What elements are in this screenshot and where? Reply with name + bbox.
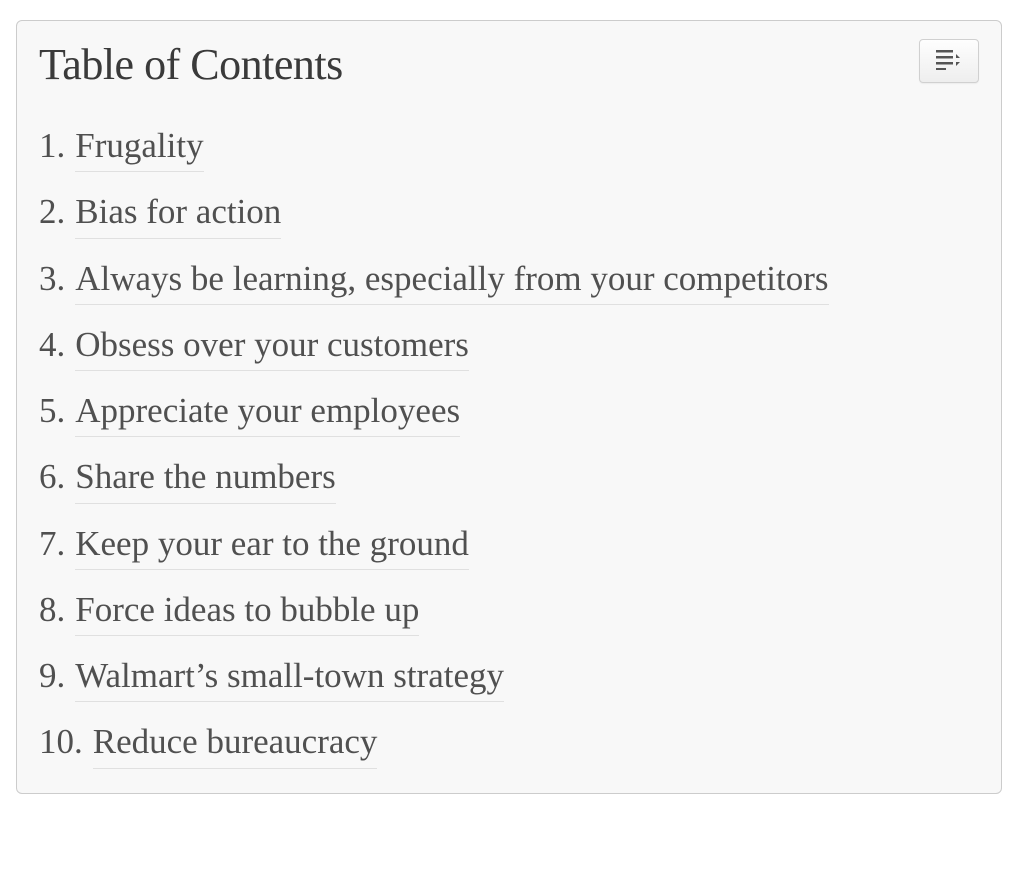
toc-link-share-the-numbers[interactable]: Share the numbers bbox=[75, 453, 335, 503]
toc-item-number: 8. bbox=[39, 586, 65, 633]
toc-item: 5. Appreciate your employees bbox=[39, 387, 979, 437]
toc-item: 4. Obsess over your customers bbox=[39, 321, 979, 371]
toc-item: 8. Force ideas to bubble up bbox=[39, 586, 979, 636]
toc-item-number: 3. bbox=[39, 255, 65, 302]
toc-item: 3. Always be learning, especially from y… bbox=[39, 255, 979, 305]
toc-item: 1. Frugality bbox=[39, 122, 979, 172]
toc-link-keep-ear-to-ground[interactable]: Keep your ear to the ground bbox=[75, 520, 469, 570]
table-of-contents: Table of Contents 1. Frugality 2. Bias f… bbox=[16, 20, 1002, 794]
toc-link-reduce-bureaucracy[interactable]: Reduce bureaucracy bbox=[93, 718, 378, 768]
toc-toggle-button[interactable] bbox=[919, 39, 979, 83]
toc-link-walmart-small-town[interactable]: Walmart’s small-town strategy bbox=[75, 652, 504, 702]
toc-item-number: 5. bbox=[39, 387, 65, 434]
toc-item: 7. Keep your ear to the ground bbox=[39, 520, 979, 570]
toc-toggle-icon bbox=[936, 48, 962, 75]
toc-link-appreciate-employees[interactable]: Appreciate your employees bbox=[75, 387, 460, 437]
toc-item-number: 4. bbox=[39, 321, 65, 368]
toc-link-force-ideas-bubble-up[interactable]: Force ideas to bubble up bbox=[75, 586, 419, 636]
toc-link-always-be-learning[interactable]: Always be learning, especially from your… bbox=[75, 255, 828, 305]
toc-header: Table of Contents bbox=[39, 39, 979, 106]
toc-item-number: 7. bbox=[39, 520, 65, 567]
toc-item: 2. Bias for action bbox=[39, 188, 979, 238]
toc-link-bias-for-action[interactable]: Bias for action bbox=[75, 188, 281, 238]
toc-item: 9. Walmart’s small-town strategy bbox=[39, 652, 979, 702]
toc-item-number: 6. bbox=[39, 453, 65, 500]
toc-item-number: 10. bbox=[39, 718, 83, 765]
toc-title: Table of Contents bbox=[39, 39, 343, 90]
toc-list: 1. Frugality 2. Bias for action 3. Alway… bbox=[39, 122, 979, 769]
toc-item-number: 2. bbox=[39, 188, 65, 235]
toc-item: 6. Share the numbers bbox=[39, 453, 979, 503]
toc-link-obsess-over-customers[interactable]: Obsess over your customers bbox=[75, 321, 469, 371]
toc-item-number: 9. bbox=[39, 652, 65, 699]
toc-item-number: 1. bbox=[39, 122, 65, 169]
toc-item: 10. Reduce bureaucracy bbox=[39, 718, 979, 768]
toc-link-frugality[interactable]: Frugality bbox=[75, 122, 203, 172]
